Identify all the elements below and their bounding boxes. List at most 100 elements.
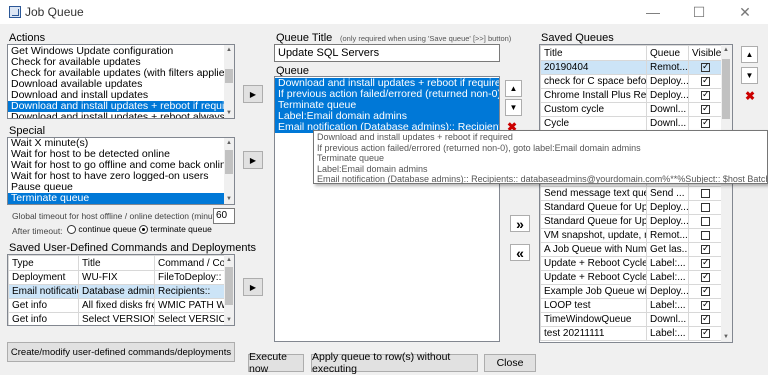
visible-checkbox[interactable]	[701, 328, 710, 338]
execute-now-button[interactable]: Execute now	[248, 351, 304, 375]
table-row[interactable]: Custom cycle Downl...	[540, 102, 723, 117]
action-item[interactable]: Download and install updates + reboot if…	[8, 101, 234, 112]
special-item[interactable]: Wait for host to have zero logged-on use…	[8, 171, 234, 182]
queue-title-input[interactable]: Update SQL Servers	[274, 44, 500, 62]
column-header[interactable]: Visible	[688, 45, 723, 61]
table-row[interactable]: Standard Queue for Upda...Deploy...	[540, 214, 723, 229]
table-row[interactable]: Get infoSelect VERSIONSelect VERSION I	[8, 312, 227, 325]
action-item[interactable]: Check for available updates	[8, 57, 234, 68]
visible-checkbox[interactable]	[701, 286, 710, 296]
create-modify-commands-button[interactable]: Create/modify user-defined commands/depl…	[7, 342, 235, 362]
visible-checkbox[interactable]	[701, 300, 710, 310]
visible-checkbox[interactable]	[701, 216, 710, 226]
scroll-up-icon[interactable]: ▲	[224, 255, 234, 265]
action-item[interactable]: Download available updates	[8, 79, 234, 90]
visible-checkbox[interactable]	[701, 244, 710, 254]
scroll-up-icon[interactable]: ▲	[224, 138, 234, 148]
visible-checkbox[interactable]	[701, 62, 710, 72]
visible-checkbox[interactable]	[701, 188, 710, 198]
special-item[interactable]: Wait X minute(s)	[8, 138, 234, 149]
saved-move-up-button[interactable]: ▲	[741, 46, 758, 63]
column-header[interactable]: Title	[78, 255, 155, 271]
scroll-thumb[interactable]	[225, 267, 233, 305]
special-list[interactable]: Wait X minute(s) Wait for host to be dete…	[7, 137, 235, 205]
continue-radio[interactable]	[67, 225, 76, 235]
special-scrollbar[interactable]: ▲ ▼	[224, 138, 234, 204]
table-row[interactable]: TimeWindowQueue Downl...	[540, 312, 723, 327]
maximize-button[interactable]: ☐	[676, 0, 722, 24]
commands-scrollbar[interactable]: ▲ ▼	[224, 255, 234, 325]
table-row[interactable]: Update + Reboot Cycle Label:...	[540, 256, 723, 271]
queue-item[interactable]: Terminate queue	[275, 100, 499, 111]
table-row[interactable]: Send message text queueSend ...	[540, 186, 723, 201]
table-row[interactable]: Get infoAll fixed disks freeWMIC PATH Wi…	[8, 298, 227, 313]
special-item[interactable]: Wait for host to be detected online	[8, 149, 234, 160]
scroll-down-icon[interactable]: ▼	[224, 315, 234, 325]
queue-item[interactable]: Label:Email domain admins	[275, 111, 499, 122]
table-row[interactable]: test 20211111 Label:...	[540, 326, 723, 341]
move-down-button[interactable]: ▼	[505, 99, 522, 116]
save-queue-button[interactable]: »	[510, 215, 530, 232]
table-row[interactable]: Standard Queue for Upda...Deploy...	[540, 200, 723, 215]
load-queue-button[interactable]: «	[510, 244, 530, 261]
scroll-down-icon[interactable]: ▼	[224, 194, 234, 204]
minimize-button[interactable]: —	[630, 0, 676, 24]
saved-queues-scrollbar[interactable]: ▲ ▼	[721, 45, 732, 342]
visible-checkbox[interactable]	[701, 202, 710, 212]
scroll-down-icon[interactable]: ▼	[721, 332, 731, 342]
visible-checkbox[interactable]	[701, 230, 710, 240]
scroll-up-icon[interactable]: ▲	[224, 45, 234, 55]
saved-move-down-button[interactable]: ▼	[741, 67, 758, 84]
action-item[interactable]: Download and install updates	[8, 90, 234, 101]
visible-checkbox[interactable]	[701, 272, 710, 282]
close-window-button[interactable]: ✕	[722, 0, 768, 24]
visible-checkbox[interactable]	[701, 258, 710, 268]
action-item[interactable]: Download and install updates + reboot al…	[8, 112, 234, 118]
table-row[interactable]: LOOP test Label:...	[540, 298, 723, 313]
visible-checkbox[interactable]	[701, 76, 710, 86]
scroll-thumb[interactable]	[722, 59, 730, 119]
table-row[interactable]: Email notificationDatabase adminsRecipie…	[8, 284, 227, 299]
table-row[interactable]: VM snapshot, update, reb...Remot...	[540, 228, 723, 243]
table-row[interactable]: check for C space before ...Deploy...	[540, 74, 723, 89]
special-item[interactable]: Terminate queue	[8, 193, 234, 204]
continue-queue-option[interactable]: continue queue	[67, 224, 137, 235]
table-row[interactable]: A Job Queue with Numer...Get las...	[540, 242, 723, 257]
terminate-queue-option[interactable]: terminate queue	[139, 224, 212, 235]
visible-checkbox[interactable]	[701, 314, 710, 324]
visible-checkbox[interactable]	[701, 90, 710, 100]
queue-item[interactable]: If previous action failed/errored (retur…	[275, 89, 499, 100]
table-row[interactable]: Deployment WU-FIX FileToDeploy::	[8, 270, 227, 285]
action-item[interactable]: Get Windows Update configuration	[8, 46, 234, 57]
special-item[interactable]: Pause queue	[8, 182, 234, 193]
scroll-thumb[interactable]	[225, 150, 233, 174]
table-row[interactable]: Example Job Queue with ...Deploy...	[540, 284, 723, 299]
add-command-button[interactable]: ▶	[243, 278, 263, 296]
column-header[interactable]: Queue	[646, 45, 689, 61]
column-header[interactable]: Type	[8, 255, 79, 271]
terminate-radio[interactable]	[139, 225, 148, 235]
visible-checkbox[interactable]	[701, 118, 710, 128]
move-up-button[interactable]: ▲	[505, 80, 522, 97]
special-item[interactable]: Abort basic multi-row sequence	[8, 204, 234, 205]
timeout-input[interactable]: 60	[213, 208, 235, 224]
column-header[interactable]: Title	[540, 45, 647, 61]
saved-commands-table[interactable]: TypeTitleCommand / Confi DeploymentWU-FI…	[7, 254, 235, 326]
table-row[interactable]: Cycle Downl...	[540, 116, 723, 131]
actions-list[interactable]: Get Windows Update configuration Check fo…	[7, 44, 235, 119]
actions-scrollbar[interactable]: ▲ ▼	[224, 45, 234, 118]
add-action-button[interactable]: ▶	[243, 85, 263, 103]
column-header[interactable]: Command / Confi	[154, 255, 227, 271]
scroll-up-icon[interactable]: ▲	[721, 45, 731, 55]
visible-checkbox[interactable]	[701, 104, 710, 114]
delete-saved-queue-icon[interactable]: ✖	[745, 89, 755, 103]
queue-item[interactable]: Download and install updates + reboot if…	[275, 78, 499, 89]
queue-list[interactable]: Download and install updates + reboot if…	[274, 76, 500, 342]
table-row[interactable]: Update + Reboot Cycle 2 Label:...	[540, 270, 723, 285]
add-special-button[interactable]: ▶	[243, 151, 263, 169]
scroll-thumb[interactable]	[225, 69, 233, 83]
close-button[interactable]: Close	[484, 354, 536, 372]
action-item[interactable]: Check for available updates (with filter…	[8, 68, 234, 79]
scroll-down-icon[interactable]: ▼	[224, 108, 234, 118]
table-row[interactable]: Chrome Install Plus RebootDeploy...	[540, 88, 723, 103]
